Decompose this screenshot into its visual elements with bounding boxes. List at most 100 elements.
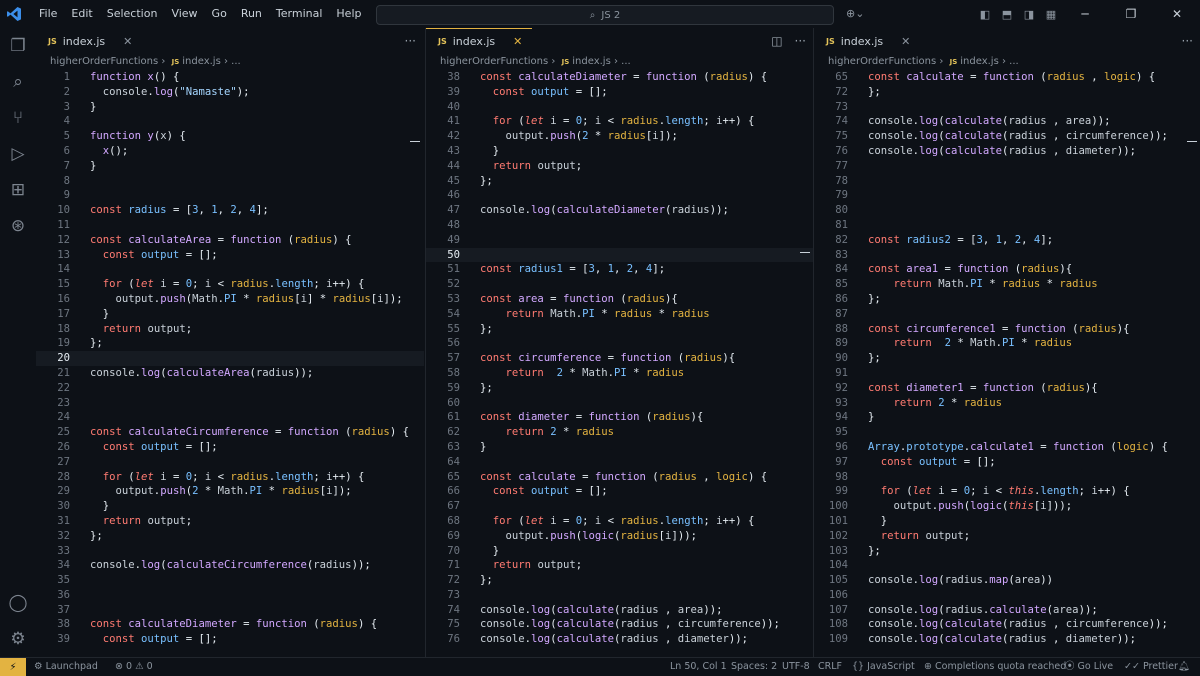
code-line[interactable]: 106	[814, 588, 1200, 603]
code-line[interactable]: 67	[426, 499, 814, 514]
code-line[interactable]: 10 const radius = [3, 1, 2, 4];	[36, 203, 424, 218]
code-line[interactable]: 47 console.log(calculateDiameter(radius))…	[426, 203, 814, 218]
code-line[interactable]: 43 }	[426, 144, 814, 159]
restore-icon[interactable]: ❐	[1108, 7, 1154, 21]
code-line[interactable]: 100 output.push(logic(this[i]));	[814, 499, 1200, 514]
code-line[interactable]: 4	[36, 114, 424, 129]
code-line[interactable]: 24	[36, 410, 424, 425]
code-line[interactable]: 81	[814, 218, 1200, 233]
code-line[interactable]: 71 return output;	[426, 558, 814, 573]
code-line[interactable]: 101 }	[814, 514, 1200, 529]
code-line[interactable]: 25 const calculateCircumference = functio…	[36, 425, 424, 440]
close-tab-icon[interactable]: ✕	[123, 35, 132, 48]
code-line[interactable]: 84 const area1 = function (radius){	[814, 262, 1200, 277]
copilot-status[interactable]: ⊕ Completions quota reached	[924, 658, 1066, 676]
code-line[interactable]: 49	[426, 233, 814, 248]
code-line[interactable]: 39 const output = [];	[426, 85, 814, 100]
prettier-status[interactable]: ✓✓ Prettier	[1124, 658, 1178, 676]
code-line[interactable]: 63}	[426, 440, 814, 455]
code-line[interactable]: 20	[36, 351, 424, 366]
run-debug-icon[interactable]: ▷	[0, 136, 36, 172]
code-line[interactable]: 108 console.log(calculate(radius , circum…	[814, 617, 1200, 632]
code-editor[interactable]: 38 const calculateDiameter = function (ra…	[426, 70, 814, 647]
menu-file[interactable]: File	[32, 0, 64, 28]
accounts-icon[interactable]: ◯	[0, 585, 36, 621]
settings-gear-icon[interactable]: ⚙	[0, 621, 36, 657]
code-line[interactable]: 80	[814, 203, 1200, 218]
code-line[interactable]: 33	[36, 544, 424, 559]
code-line[interactable]: 26 const output = [];	[36, 440, 424, 455]
code-line[interactable]: 75 console.log(calculate(radius , circumf…	[814, 129, 1200, 144]
remote-indicator[interactable]: ⚡	[0, 658, 26, 676]
code-line[interactable]: 11	[36, 218, 424, 233]
code-line[interactable]: 72};	[426, 573, 814, 588]
code-line[interactable]: 104	[814, 558, 1200, 573]
split-editor-icon[interactable]: ◫	[771, 34, 782, 48]
breadcrumb-more[interactable]: ...	[621, 56, 631, 67]
code-line[interactable]: 109 console.log(calculate(radius , diamet…	[814, 632, 1200, 647]
code-line[interactable]: 35	[36, 573, 424, 588]
code-line[interactable]: 73	[814, 100, 1200, 115]
code-line[interactable]: 59};	[426, 381, 814, 396]
code-line[interactable]: 56	[426, 336, 814, 351]
code-line[interactable]: 38 const calculateDiameter = function (ra…	[426, 70, 814, 85]
command-center-search[interactable]: ⌕ JS 2	[376, 5, 834, 25]
code-line[interactable]: 38 const calculateDiameter = function (ra…	[36, 617, 424, 632]
code-line[interactable]: 13 const output = [];	[36, 248, 424, 263]
tab-index-js[interactable]: JS index.js ✕	[36, 28, 142, 54]
code-line[interactable]: 70 }	[426, 544, 814, 559]
code-line[interactable]: 36	[36, 588, 424, 603]
code-line[interactable]: 53 const area = function (radius){	[426, 292, 814, 307]
code-line[interactable]: 6 x();	[36, 144, 424, 159]
code-line[interactable]: 48	[426, 218, 814, 233]
code-line[interactable]: 68 for (let i = 0; i < radius.length; i+…	[426, 514, 814, 529]
explorer-icon[interactable]: ❐	[0, 28, 36, 64]
git-graph-icon[interactable]: ⊛	[0, 208, 36, 244]
code-line[interactable]: 97 const output = [];	[814, 455, 1200, 470]
go-live-button[interactable]: ⦿ Go Live	[1065, 658, 1113, 676]
code-editor[interactable]: 1 function x() {2 console.log("Namaste");…	[36, 70, 424, 647]
customize-layout-icon[interactable]: ▦	[1040, 8, 1062, 21]
code-line[interactable]: 105 console.log(radius.map(area))	[814, 573, 1200, 588]
cursor-position[interactable]: Ln 50, Col 1	[670, 658, 727, 676]
menu-edit[interactable]: Edit	[64, 0, 99, 28]
close-tab-icon[interactable]: ✕	[513, 35, 522, 48]
code-line[interactable]: 39 const output = [];	[36, 632, 424, 647]
code-editor[interactable]: 65 const calculate = function (radius , l…	[814, 70, 1200, 647]
breadcrumb-file[interactable]: index.js	[960, 56, 999, 67]
code-line[interactable]: 88 const circumference1 = function (radiu…	[814, 322, 1200, 337]
code-line[interactable]: 96 Array.prototype.calculate1 = function …	[814, 440, 1200, 455]
breadcrumb-more[interactable]: ...	[1009, 56, 1019, 67]
menu-help[interactable]: Help	[329, 0, 368, 28]
breadcrumb-more[interactable]: ...	[231, 56, 241, 67]
code-line[interactable]: 102 return output;	[814, 529, 1200, 544]
code-line[interactable]: 66 const output = [];	[426, 484, 814, 499]
code-line[interactable]: 18 return output;	[36, 322, 424, 337]
code-line[interactable]: 103};	[814, 544, 1200, 559]
more-actions-icon[interactable]: ···	[795, 34, 806, 48]
notifications-bell-icon[interactable]: 🔔︎	[1178, 658, 1190, 676]
code-line[interactable]: 85 return Math.PI * radius * radius	[814, 277, 1200, 292]
source-control-icon[interactable]: ⑂	[0, 100, 36, 136]
code-line[interactable]: 3}	[36, 100, 424, 115]
code-line[interactable]: 30 }	[36, 499, 424, 514]
code-line[interactable]: 86};	[814, 292, 1200, 307]
code-line[interactable]: 41 for (let i = 0; i < radius.length; i+…	[426, 114, 814, 129]
code-line[interactable]: 93 return 2 * radius	[814, 396, 1200, 411]
breadcrumb-folder[interactable]: higherOrderFunctions	[50, 56, 158, 67]
toggle-secondary-sidebar-icon[interactable]: ◨	[1018, 8, 1040, 21]
code-line[interactable]: 55};	[426, 322, 814, 337]
code-line[interactable]: 98	[814, 470, 1200, 485]
code-line[interactable]: 74 console.log(calculate(radius , area));	[814, 114, 1200, 129]
close-tab-icon[interactable]: ✕	[901, 35, 910, 48]
menu-go[interactable]: Go	[205, 0, 234, 28]
code-line[interactable]: 2 console.log("Namaste");	[36, 85, 424, 100]
code-line[interactable]: 78	[814, 174, 1200, 189]
code-line[interactable]: 83	[814, 248, 1200, 263]
menu-terminal[interactable]: Terminal	[269, 0, 330, 28]
code-line[interactable]: 64	[426, 455, 814, 470]
menu-selection[interactable]: Selection	[100, 0, 165, 28]
encoding[interactable]: UTF-8	[782, 658, 810, 676]
tab-index-js[interactable]: JS index.js ✕	[814, 28, 920, 54]
problems-item[interactable]: ⊗ 0 ⚠ 0	[115, 658, 153, 676]
